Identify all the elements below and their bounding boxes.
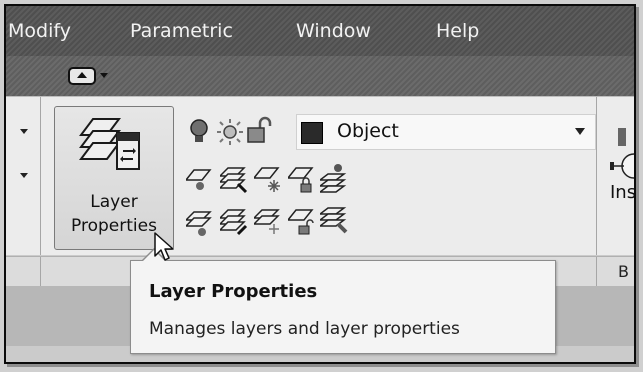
change-to-current-icon[interactable] xyxy=(220,206,250,236)
layer-properties-label-1: Layer xyxy=(90,192,138,212)
ribbon-toggle-button[interactable] xyxy=(68,67,112,85)
chevron-down-icon xyxy=(100,73,108,78)
menu-parametric[interactable]: Parametric xyxy=(130,20,233,42)
layer-stack-icon xyxy=(79,118,140,170)
layer-properties-button[interactable]: Layer Properties xyxy=(54,106,174,250)
menu-window[interactable]: Window xyxy=(296,20,371,42)
unlock-layer-icon[interactable] xyxy=(288,206,318,236)
menu-help[interactable]: Help xyxy=(436,20,479,42)
insert-label[interactable]: Ins xyxy=(610,182,634,203)
freeze-icon[interactable] xyxy=(254,164,284,194)
match-layer-icon[interactable] xyxy=(320,162,350,194)
block-icon xyxy=(610,128,634,179)
panel-divider xyxy=(40,97,41,255)
chevron-down-icon[interactable] xyxy=(20,173,28,178)
tooltip-title: Layer Properties xyxy=(149,281,318,302)
block-panel-footer-label[interactable]: B xyxy=(618,262,629,281)
panel-divider xyxy=(596,257,597,287)
chevron-down-icon[interactable] xyxy=(20,129,28,134)
menu-modify[interactable]: Modify xyxy=(8,20,71,42)
make-current-icon[interactable] xyxy=(220,164,250,194)
layer-color-swatch xyxy=(301,122,323,144)
mouse-pointer-icon xyxy=(154,232,174,261)
isolate-icon[interactable] xyxy=(186,208,216,238)
panel-toggle-icon xyxy=(68,67,96,85)
menu-bar: Modify Parametric Window Help xyxy=(6,6,634,56)
unlock-icon[interactable] xyxy=(246,116,272,146)
insert-block-button[interactable] xyxy=(610,126,634,182)
panel-divider xyxy=(40,257,41,287)
lock-layer-icon[interactable] xyxy=(288,164,318,194)
tooltip-description: Manages layers and layer properties xyxy=(149,319,460,339)
app-window: Modify Parametric Window Help Layer Prop… xyxy=(4,4,636,364)
current-layer-name: Object xyxy=(337,120,399,142)
quick-access-toolbar xyxy=(6,56,634,96)
chevron-down-icon xyxy=(575,128,585,135)
panel-divider xyxy=(596,97,597,255)
layer-dropdown[interactable]: Object xyxy=(296,114,596,150)
thaw-all-icon[interactable] xyxy=(254,206,284,236)
lightbulb-icon[interactable] xyxy=(188,118,210,146)
layer-off-icon[interactable] xyxy=(186,166,214,194)
layer-properties-tooltip: Layer Properties Manages layers and laye… xyxy=(130,248,556,354)
merge-layers-icon[interactable] xyxy=(320,204,350,236)
sun-icon[interactable] xyxy=(216,118,244,146)
